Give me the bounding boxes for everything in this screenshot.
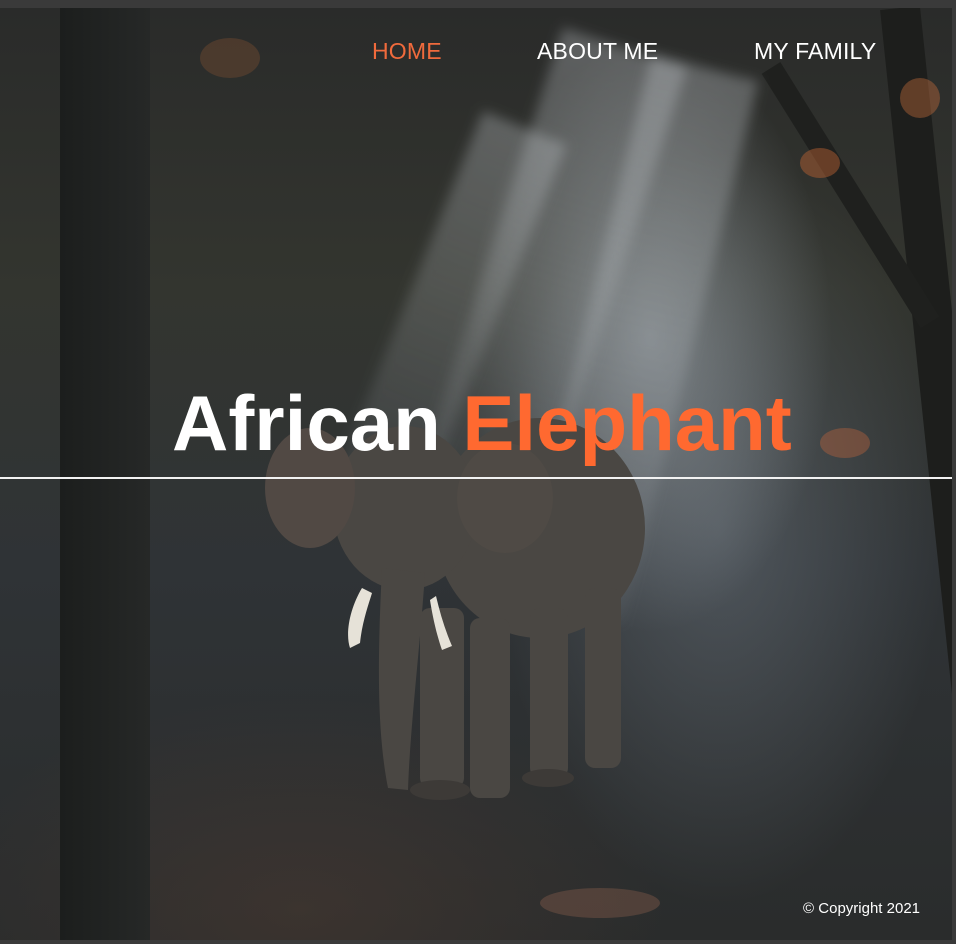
window-right-border (952, 0, 956, 944)
title-part-african: African (172, 379, 441, 467)
page: HOME ABOUT ME MY FAMILY African Elephant… (0, 0, 956, 944)
top-navigation: HOME ABOUT ME MY FAMILY (0, 8, 952, 96)
nav-link-my-family[interactable]: MY FAMILY (754, 38, 876, 65)
copyright-text: © Copyright 2021 (803, 900, 920, 917)
page-title: African Elephant (172, 378, 792, 468)
elephant-photo (265, 418, 645, 800)
window-top-border (0, 0, 956, 8)
hero-background-image (0, 8, 952, 940)
window-bottom-border (0, 940, 956, 944)
title-part-elephant: Elephant (462, 379, 792, 467)
title-divider (0, 477, 952, 479)
nav-link-home[interactable]: HOME (372, 38, 442, 65)
nav-link-about-me[interactable]: ABOUT ME (537, 38, 658, 65)
